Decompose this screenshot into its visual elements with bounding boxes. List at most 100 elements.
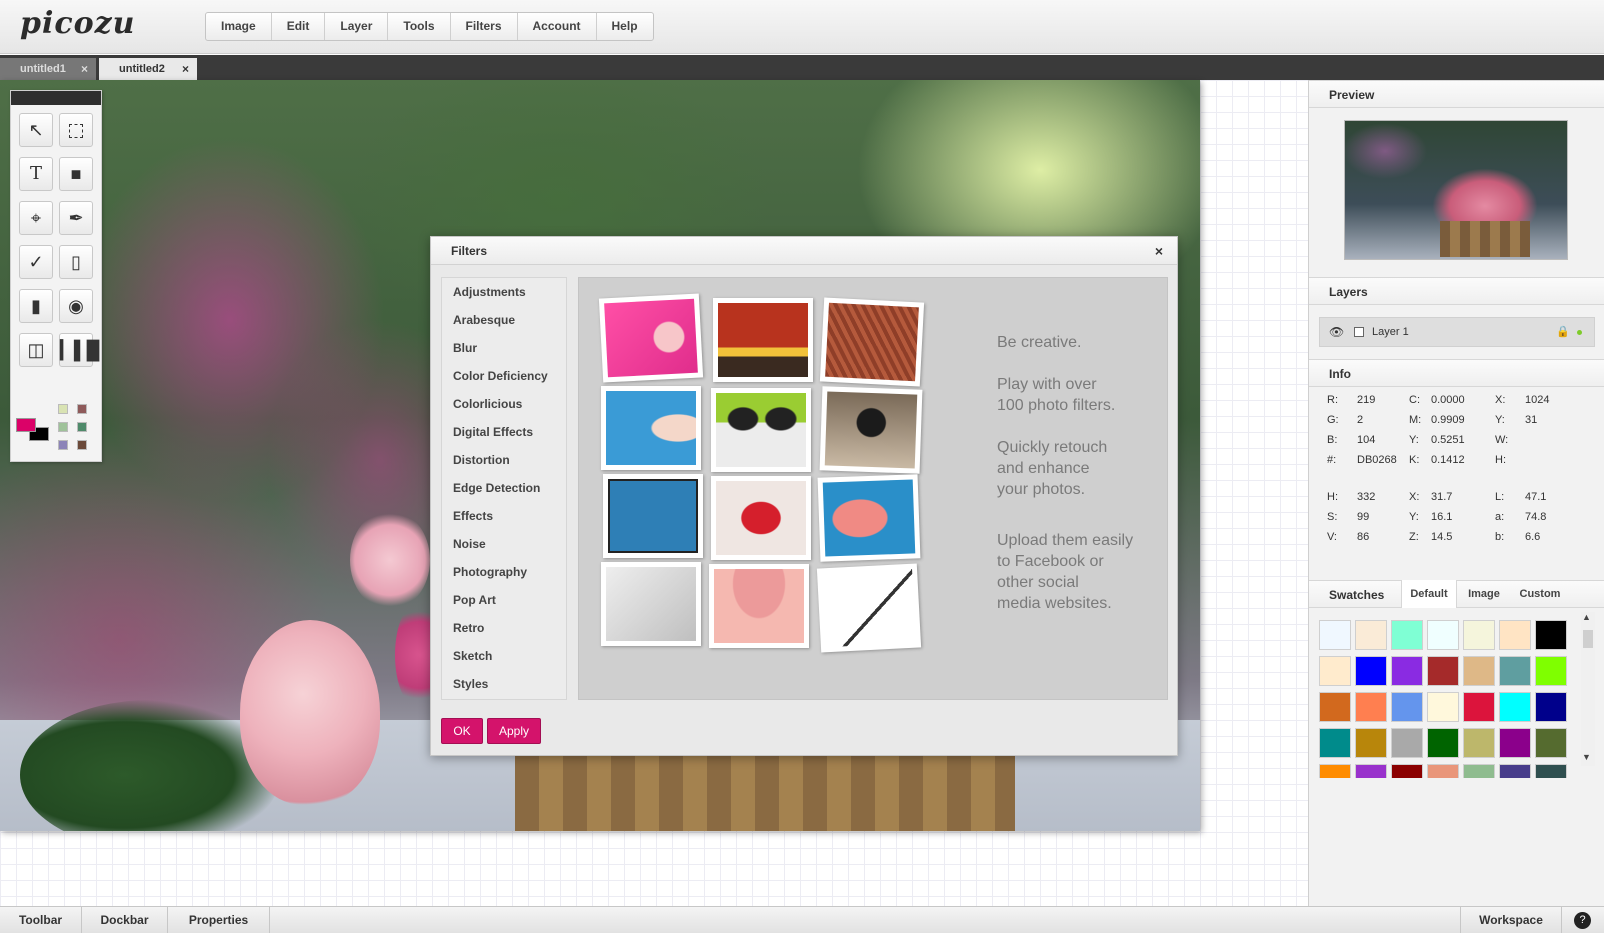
color-swatch[interactable] (1355, 656, 1387, 686)
menu-help[interactable]: Help (597, 13, 653, 40)
brush-tool-icon[interactable]: ✒ (59, 201, 93, 235)
workspace-button[interactable]: Workspace (1460, 907, 1562, 933)
mini-swatch[interactable] (58, 404, 68, 414)
color-swatch[interactable] (1499, 728, 1531, 758)
menu-filters[interactable]: Filters (451, 13, 518, 40)
color-swatch[interactable] (1463, 656, 1495, 686)
color-swatch[interactable] (1535, 656, 1567, 686)
move-tool-icon[interactable]: ↖ (19, 113, 53, 147)
eyedropper-tool-icon[interactable]: ✓ (19, 245, 53, 279)
color-swatch[interactable] (1355, 620, 1387, 650)
filter-category-item[interactable]: Blur (453, 339, 477, 357)
filter-category-item[interactable]: Color Deficiency (453, 367, 548, 385)
color-swatch[interactable] (1319, 692, 1351, 722)
color-swatch[interactable] (1391, 620, 1423, 650)
tab-untitled1[interactable]: untitled1 × (0, 58, 96, 80)
text-tool-icon[interactable]: T (19, 157, 53, 191)
shape-tool-icon[interactable]: ■ (59, 157, 93, 191)
color-swatch[interactable] (1319, 764, 1351, 778)
menu-edit[interactable]: Edit (272, 13, 326, 40)
eraser-tool-icon[interactable]: ▯ (59, 245, 93, 279)
crop-tool-icon[interactable]: ⌖ (19, 201, 53, 235)
color-swatch[interactable] (1499, 656, 1531, 686)
filter-category-item[interactable]: Adjustments (453, 283, 526, 301)
color-swatch[interactable] (1427, 656, 1459, 686)
color-swatch[interactable] (1319, 728, 1351, 758)
tab-close-icon[interactable]: × (182, 58, 189, 80)
color-swatch[interactable] (1355, 764, 1387, 778)
filter-category-item[interactable]: Edge Detection (453, 479, 540, 497)
tab-untitled2[interactable]: untitled2 × (99, 58, 197, 80)
color-swatch[interactable] (1427, 728, 1459, 758)
filter-category-item[interactable]: Digital Effects (453, 423, 533, 441)
marquee-tool-icon[interactable] (59, 113, 93, 147)
filter-category-item[interactable]: Arabesque (453, 311, 515, 329)
menu-image[interactable]: Image (206, 13, 272, 40)
tab-close-icon[interactable]: × (81, 58, 88, 80)
color-swatch[interactable] (1535, 692, 1567, 722)
color-swatch[interactable] (1499, 764, 1531, 778)
mini-swatch[interactable] (77, 440, 87, 450)
eye-icon[interactable]: 👁 (1329, 318, 1344, 346)
filter-category-item[interactable]: Styles (453, 675, 488, 693)
filter-category-item[interactable]: Pop Art (453, 591, 496, 609)
mini-swatch[interactable] (58, 422, 68, 432)
dialog-title[interactable]: Filters × (431, 237, 1177, 265)
swatch-tab-custom[interactable]: Custom (1511, 580, 1569, 608)
ruler-tool-icon[interactable]: ▮ (19, 289, 53, 323)
menu-layer[interactable]: Layer (325, 13, 389, 40)
color-swatch[interactable] (1391, 764, 1423, 778)
color-swatch[interactable] (1463, 764, 1495, 778)
menu-tools[interactable]: Tools (388, 13, 451, 40)
color-swatch[interactable] (1427, 620, 1459, 650)
swatch-scrollbar[interactable]: ▲ ▼ (1581, 612, 1595, 766)
color-swatch[interactable] (1535, 728, 1567, 758)
fill-tool-icon[interactable]: ◉ (59, 289, 93, 323)
color-swatch[interactable] (1391, 656, 1423, 686)
mini-swatch[interactable] (77, 422, 87, 432)
color-swatch[interactable] (1463, 728, 1495, 758)
filter-category-item[interactable]: Photography (453, 563, 527, 581)
foreground-color-swatch[interactable] (16, 418, 36, 432)
color-swatch[interactable] (1319, 620, 1351, 650)
swatch-tab-image[interactable]: Image (1459, 580, 1509, 608)
color-swatch[interactable] (1427, 692, 1459, 722)
color-swatch[interactable] (1355, 692, 1387, 722)
layer-row[interactable]: 👁 Layer 1 🔒 (1319, 317, 1595, 347)
layers-panel-header[interactable]: Layers (1309, 277, 1604, 305)
preview-panel-header[interactable]: Preview (1309, 80, 1604, 108)
histogram-tool-icon[interactable]: ▎▌█ (59, 333, 99, 367)
info-panel-header[interactable]: Info (1309, 359, 1604, 387)
color-swatch[interactable] (1499, 692, 1531, 722)
apply-button[interactable]: Apply (487, 718, 541, 744)
tool-palette-handle[interactable] (11, 91, 101, 105)
spray-tool-icon[interactable]: ◫ (19, 333, 53, 367)
filter-category-item[interactable]: Effects (453, 507, 493, 525)
color-swatch[interactable] (1355, 728, 1387, 758)
filter-category-item[interactable]: Distortion (453, 451, 510, 469)
color-swatch[interactable] (1463, 620, 1495, 650)
swatch-tab-default[interactable]: Default (1401, 580, 1457, 608)
chevron-up-icon[interactable]: ▲ (1582, 612, 1591, 622)
ok-button[interactable]: OK (441, 718, 483, 744)
color-swatch[interactable] (1427, 764, 1459, 778)
color-swatch[interactable] (1499, 620, 1531, 650)
filter-category-item[interactable]: Colorlicious (453, 395, 522, 413)
dockbar-toggle-button[interactable]: Dockbar (82, 907, 168, 933)
color-swatch[interactable] (1319, 656, 1351, 686)
menu-account[interactable]: Account (518, 13, 597, 40)
color-swatch[interactable] (1391, 692, 1423, 722)
mini-swatch[interactable] (58, 440, 68, 450)
help-icon[interactable]: ? (1574, 912, 1591, 929)
filter-category-item[interactable]: Sketch (453, 647, 492, 665)
scrollbar-thumb[interactable] (1583, 630, 1593, 648)
color-swatch[interactable] (1391, 728, 1423, 758)
filter-category-item[interactable]: Retro (453, 619, 484, 637)
filter-category-item[interactable]: Noise (453, 535, 486, 553)
color-swatch[interactable] (1535, 764, 1567, 778)
color-swatch[interactable] (1535, 620, 1567, 650)
mini-swatch[interactable] (77, 404, 87, 414)
lock-icon[interactable]: 🔒 (1556, 318, 1570, 346)
toolbar-toggle-button[interactable]: Toolbar (0, 907, 82, 933)
chevron-down-icon[interactable]: ▼ (1582, 752, 1591, 762)
